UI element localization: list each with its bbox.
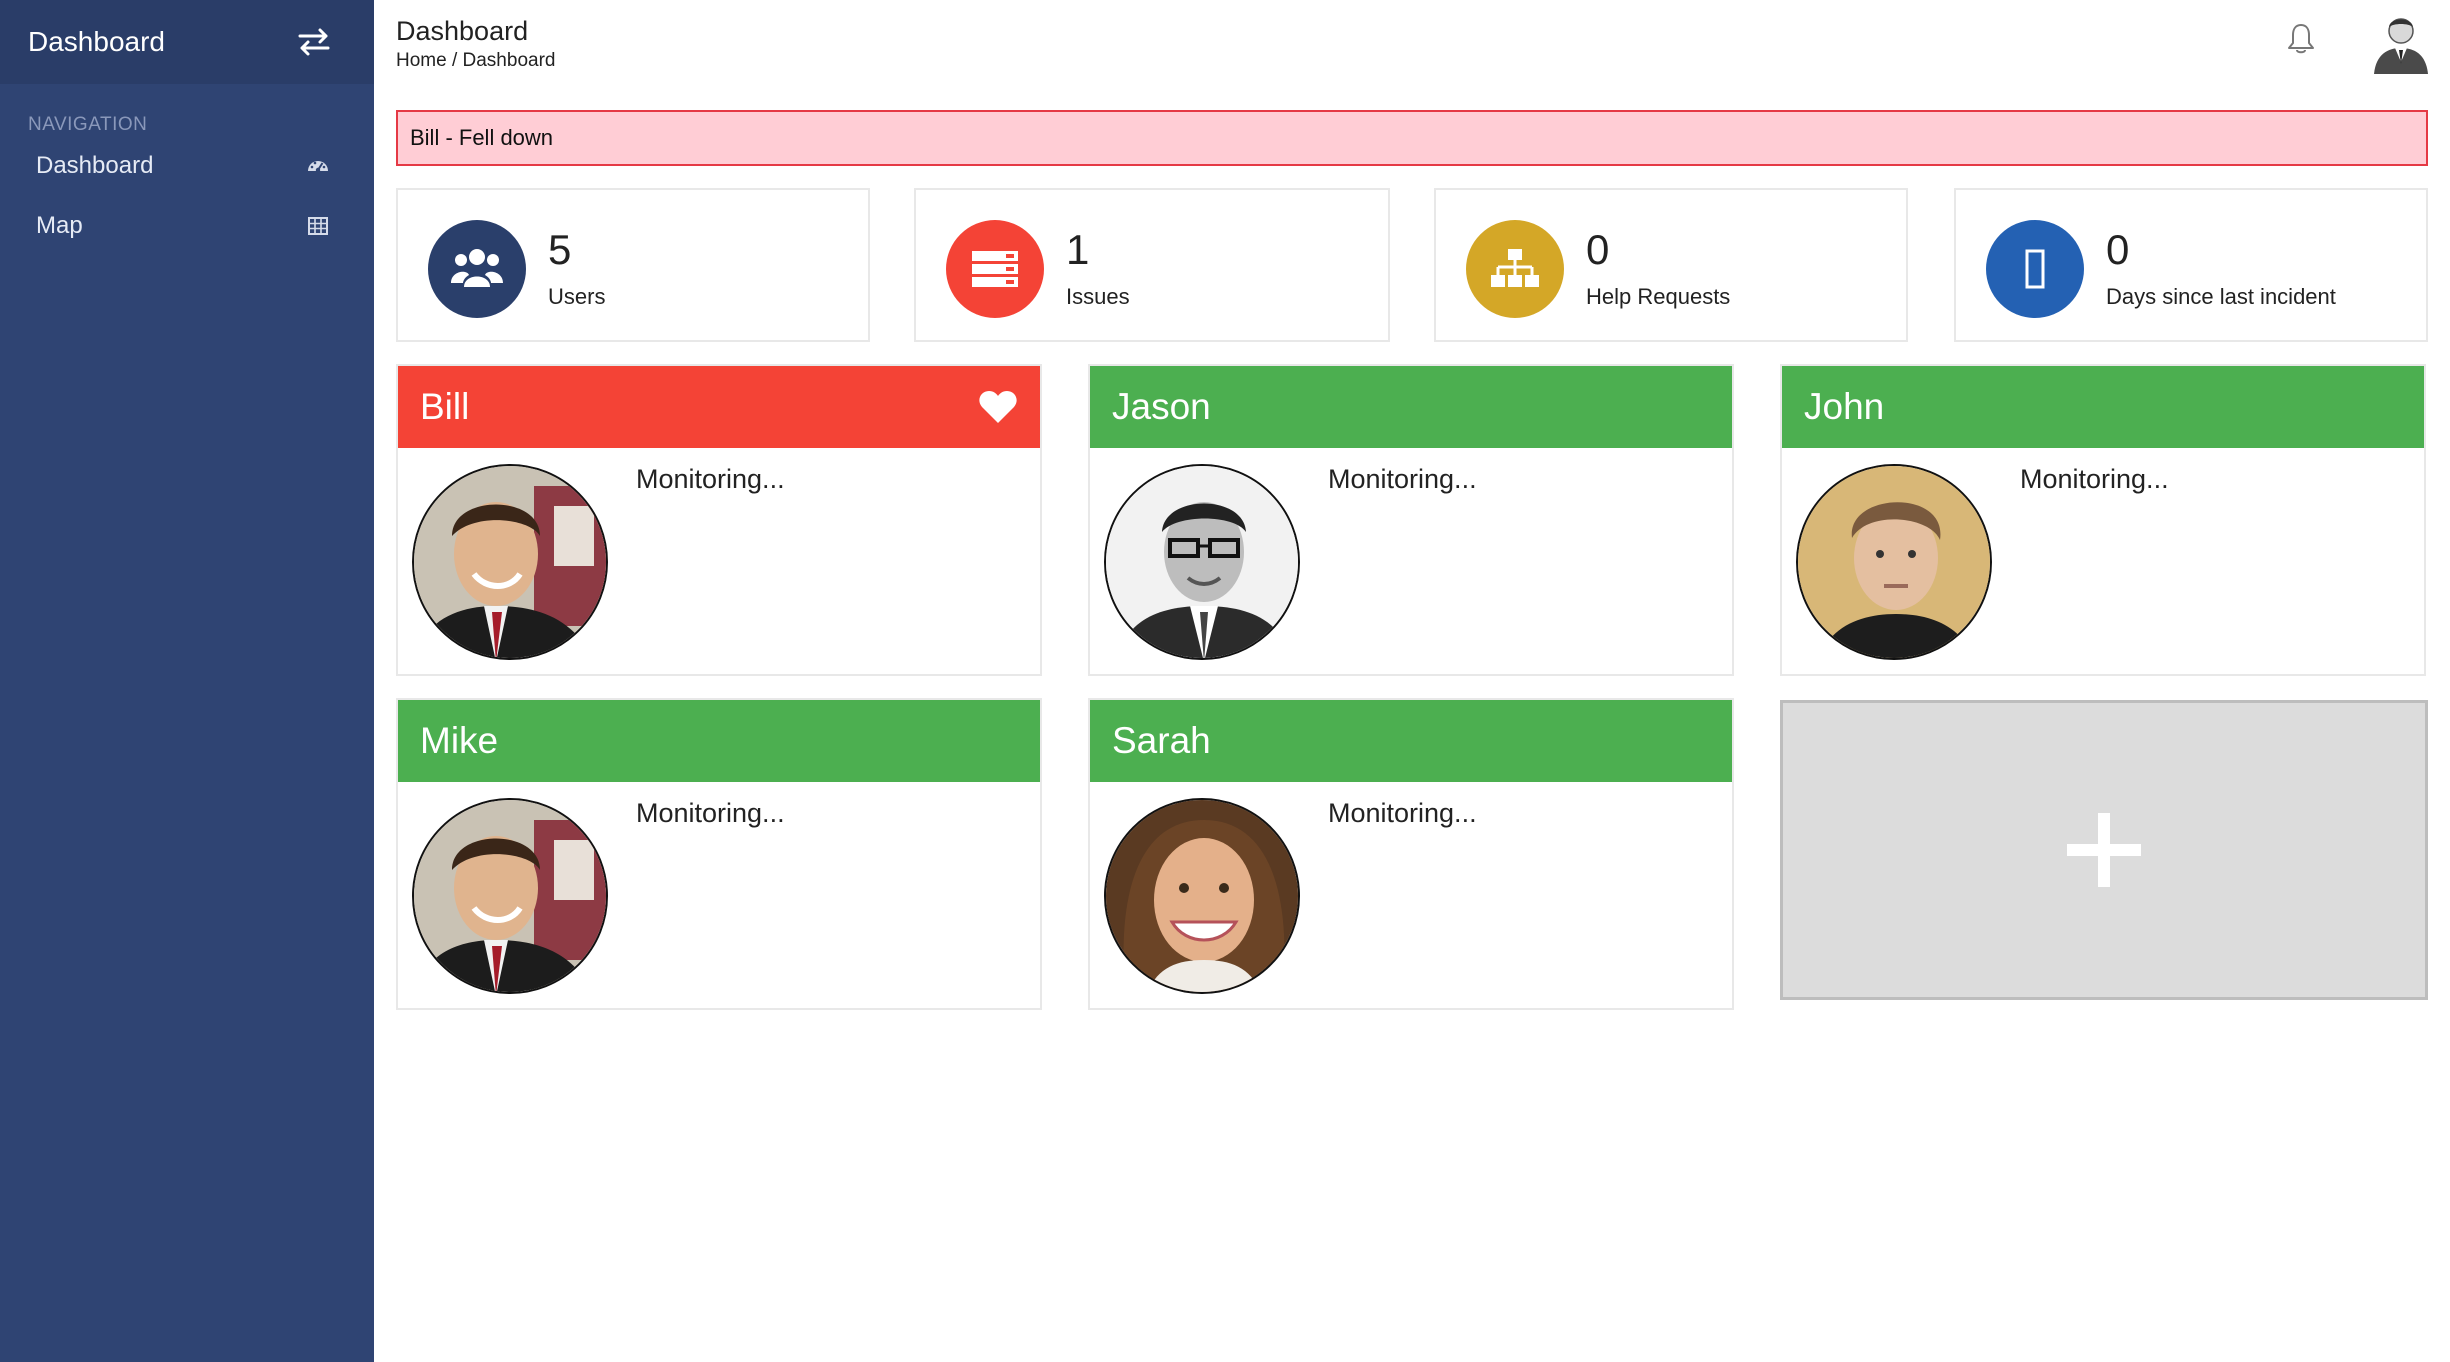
sitemap-icon xyxy=(1466,220,1564,318)
person-card-header: John xyxy=(1782,366,2424,448)
person-card-bill[interactable]: Bill Monitoring... xyxy=(396,364,1042,676)
server-icon xyxy=(946,220,1044,318)
blank-box-icon xyxy=(1986,220,2084,318)
add-person-button[interactable] xyxy=(1780,700,2428,1000)
person-name: John xyxy=(1804,386,1885,427)
person-card-header: Sarah xyxy=(1090,700,1732,782)
user-avatar-icon[interactable] xyxy=(2370,12,2432,74)
person-photo xyxy=(1104,798,1300,994)
alert-text: Bill - Fell down xyxy=(410,125,554,150)
stat-card-users: 5 Users xyxy=(396,188,870,342)
person-card-header: Bill xyxy=(398,366,1040,448)
person-status: Monitoring... xyxy=(2020,464,2169,494)
sidebar-title: Dashboard xyxy=(28,26,165,57)
person-photo xyxy=(412,798,608,994)
person-name: Jason xyxy=(1112,386,1211,427)
sidebar-item-map[interactable]: Map xyxy=(0,196,374,256)
person-card-mike[interactable]: Mike Monitoring... xyxy=(396,698,1042,1010)
bell-icon[interactable] xyxy=(2286,22,2316,56)
top-header: Dashboard Home / Dashboard xyxy=(374,0,2450,90)
stat-card-days-since-incident: 0 Days since last incident xyxy=(1954,188,2428,342)
nav-section-label: NAVIGATION xyxy=(28,114,148,135)
sidebar-item-label: Dashboard xyxy=(36,152,154,179)
person-photo xyxy=(412,464,608,660)
person-status: Monitoring... xyxy=(1328,798,1477,828)
person-card-jason[interactable]: Jason Monitoring... xyxy=(1088,364,1734,676)
stat-card-issues: 1 Issues xyxy=(914,188,1390,342)
breadcrumb[interactable]: Home / Dashboard xyxy=(396,50,555,72)
person-name: Sarah xyxy=(1112,720,1211,761)
alert-banner: Bill - Fell down xyxy=(396,110,2428,166)
person-name: Mike xyxy=(420,720,499,761)
person-card-header: Jason xyxy=(1090,366,1732,448)
swap-arrows-icon[interactable] xyxy=(296,27,332,57)
heart-icon xyxy=(979,391,1017,423)
page-title: Dashboard xyxy=(396,16,529,46)
stat-label: Users xyxy=(548,284,606,309)
person-card-sarah[interactable]: Sarah Monitoring... xyxy=(1088,698,1734,1010)
stat-card-help-requests: 0 Help Requests xyxy=(1434,188,1908,342)
stat-value: 0 xyxy=(1586,226,1610,273)
person-status: Monitoring... xyxy=(636,464,785,494)
sidebar-item-label: Map xyxy=(36,212,83,239)
person-status: Monitoring... xyxy=(1328,464,1477,494)
stat-value: 5 xyxy=(548,226,572,273)
users-icon xyxy=(428,220,526,318)
sidebar: Dashboard NAVIGATION Dashboard Map xyxy=(0,0,374,1362)
grid-table-icon xyxy=(308,217,328,235)
person-card-header: Mike xyxy=(398,700,1040,782)
stat-value: 0 xyxy=(2106,226,2130,273)
stat-value: 1 xyxy=(1066,226,1090,273)
person-card-john[interactable]: John Monitoring... xyxy=(1780,364,2426,676)
person-status: Monitoring... xyxy=(636,798,785,828)
stat-label: Issues xyxy=(1066,284,1130,309)
sidebar-header: Dashboard xyxy=(0,0,374,84)
plus-icon xyxy=(2067,813,2141,887)
dashboard-gauge-icon xyxy=(308,161,328,173)
stat-label: Help Requests xyxy=(1586,284,1731,309)
person-photo xyxy=(1104,464,1300,660)
sidebar-item-dashboard[interactable]: Dashboard xyxy=(0,136,374,196)
person-name: Bill xyxy=(420,386,470,427)
stat-label: Days since last incident xyxy=(2106,284,2336,309)
person-photo xyxy=(1796,464,1992,660)
